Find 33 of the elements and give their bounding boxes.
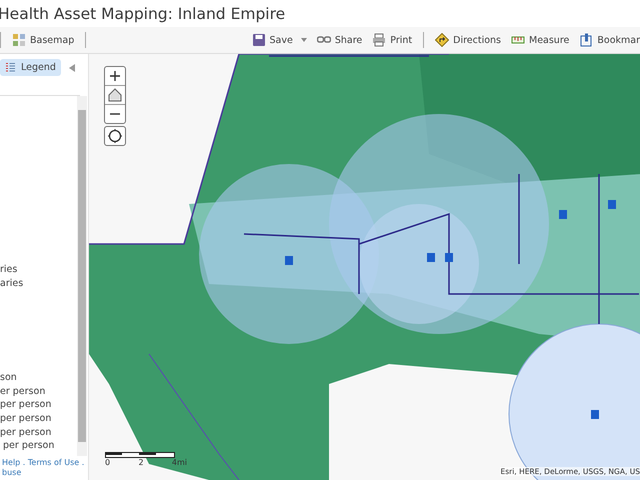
print-button[interactable]: Print [367, 31, 418, 49]
road-sign-icon [435, 33, 450, 47]
legend-label: per person [0, 426, 52, 438]
locate-icon[interactable] [104, 126, 126, 146]
legend-tab[interactable]: Legend [0, 59, 61, 76]
legend-label: per person [0, 412, 52, 424]
scale-label: 2 [138, 458, 144, 467]
legend-label: aries [0, 278, 24, 289]
measure-button[interactable]: Measure [506, 31, 574, 49]
legend-label: son [0, 372, 17, 384]
legend-label: per person [0, 399, 52, 410]
grid-icon [12, 33, 26, 47]
directions-button[interactable]: Directions [430, 31, 506, 49]
scrollbar[interactable] [77, 96, 87, 456]
save-button[interactable]: Save [246, 31, 312, 49]
share-button[interactable]: Share [312, 31, 368, 49]
legend-label: per person [2, 440, 54, 452]
printer-icon [372, 33, 386, 47]
scale-label: 4mi [172, 458, 187, 467]
footer-link[interactable]: buse [2, 468, 22, 478]
list-icon [5, 62, 16, 73]
caret-icon [300, 38, 307, 42]
home-icon[interactable] [105, 86, 125, 105]
bookmark-icon [579, 33, 594, 47]
scale-label: 0 [105, 458, 110, 467]
save-icon [252, 33, 266, 47]
legend-label: er person [0, 386, 46, 397]
basemap-button[interactable]: Basemap [7, 31, 80, 49]
footer-link[interactable]: Help . Terms of Use . [2, 458, 84, 468]
scale-bar [105, 452, 175, 458]
legend-label: ries [0, 264, 18, 275]
bookmark-button[interactable]: Bookmar [574, 31, 640, 49]
collapse-arrow-icon[interactable] [69, 64, 75, 72]
